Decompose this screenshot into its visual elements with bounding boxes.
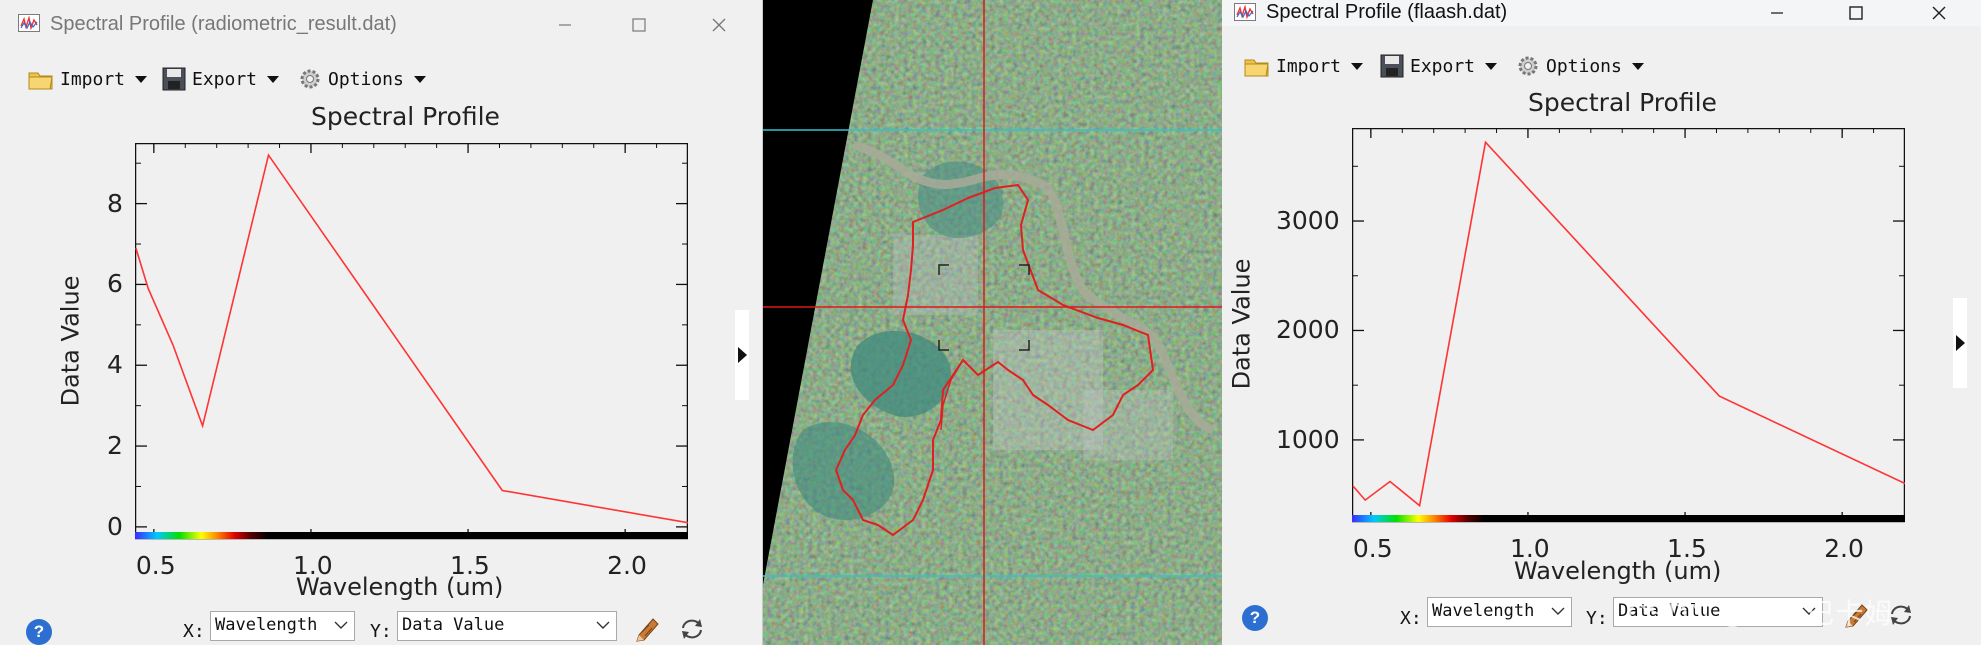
x-tick-label: 2.0 bbox=[1824, 534, 1864, 563]
satellite-image bbox=[763, 0, 1222, 645]
plot-area[interactable] bbox=[135, 143, 688, 549]
import-label: Import bbox=[60, 68, 126, 90]
save-disk-icon bbox=[1380, 54, 1404, 78]
y-tick-label: 2 bbox=[107, 431, 123, 461]
close-button[interactable] bbox=[1922, 0, 1956, 28]
y-tick-label: 2000 bbox=[1276, 315, 1340, 345]
y-tick-label: 3000 bbox=[1276, 206, 1340, 236]
spectral-app-icon bbox=[18, 14, 40, 32]
title-bar[interactable]: Spectral Profile (radiometric_result.dat… bbox=[0, 0, 762, 50]
chevron-down-icon bbox=[1631, 62, 1644, 70]
x-axis-select-value: Wavelength bbox=[215, 615, 318, 635]
chevron-down-icon bbox=[1351, 62, 1364, 70]
expand-panel-arrow[interactable] bbox=[1953, 298, 1967, 388]
chevron-down-icon bbox=[334, 621, 348, 629]
import-button[interactable]: Import bbox=[28, 67, 148, 91]
window-title: Spectral Profile (flaash.dat) bbox=[1266, 1, 1508, 23]
x-axis-title: Wavelength (um) bbox=[1514, 557, 1722, 585]
spectral-profile-window-radiometric: Spectral Profile (radiometric_result.dat… bbox=[0, 0, 763, 645]
save-disk-icon bbox=[162, 67, 186, 91]
maximize-button[interactable] bbox=[1839, 0, 1873, 28]
x-axis-select-label: X: bbox=[1400, 608, 1422, 629]
options-label: Options bbox=[1546, 55, 1622, 77]
minimize-button[interactable] bbox=[548, 10, 582, 40]
x-axis-select[interactable]: Wavelength bbox=[1427, 597, 1572, 627]
y-tick-label: 8 bbox=[107, 188, 123, 218]
x-axis-title: Wavelength (um) bbox=[296, 573, 504, 601]
watermark-text: CSDN @玛卡巴卡姆 bbox=[1627, 598, 1894, 629]
import-button[interactable]: Import bbox=[1244, 54, 1364, 78]
y-axis-title: Data Value bbox=[1226, 258, 1255, 390]
x-tick-label: 2.0 bbox=[607, 551, 647, 580]
x-axis-select[interactable]: Wavelength bbox=[210, 611, 355, 641]
satellite-image-view[interactable] bbox=[763, 0, 1222, 645]
title-bar[interactable]: Spectral Profile (flaash.dat) bbox=[1222, 0, 1981, 26]
options-button[interactable]: Options bbox=[1516, 54, 1644, 78]
chevron-down-icon bbox=[596, 621, 610, 629]
minimize-button[interactable] bbox=[1760, 0, 1794, 28]
window-title: Spectral Profile (radiometric_result.dat… bbox=[50, 13, 397, 35]
chevron-down-icon bbox=[1551, 607, 1565, 615]
spectral-app-icon bbox=[1234, 3, 1256, 21]
chevron-down-icon bbox=[1485, 62, 1498, 70]
options-button[interactable]: Options bbox=[298, 67, 426, 91]
spectral-profile-window-flaash: Spectral Profile (flaash.dat) Import Exp… bbox=[1222, 0, 1981, 645]
chevron-down-icon bbox=[413, 75, 426, 83]
y-tick-label: 0 bbox=[107, 511, 123, 541]
wavelength-color-bar bbox=[1352, 515, 1905, 522]
export-label: Export bbox=[192, 68, 258, 90]
chart-title: Spectral Profile bbox=[1528, 88, 1717, 117]
gear-icon bbox=[300, 69, 320, 89]
folder-icon bbox=[28, 72, 53, 90]
x-tick-label: 0.5 bbox=[135, 551, 176, 580]
chevron-down-icon bbox=[267, 75, 280, 83]
refresh-icon[interactable] bbox=[679, 617, 705, 645]
x-axis-select-value: Wavelength bbox=[1432, 601, 1535, 621]
chevron-down-icon bbox=[135, 75, 148, 83]
expand-panel-arrow[interactable] bbox=[735, 310, 749, 400]
y-axis-select[interactable]: Data Value bbox=[397, 611, 617, 641]
chart-title: Spectral Profile bbox=[311, 102, 500, 131]
maximize-button[interactable] bbox=[622, 10, 656, 40]
help-icon[interactable]: ? bbox=[26, 619, 52, 645]
wavelength-color-bar bbox=[135, 532, 688, 539]
y-tick-label: 1000 bbox=[1276, 424, 1340, 454]
y-tick-label: 4 bbox=[107, 350, 123, 380]
options-label: Options bbox=[328, 68, 404, 90]
plot-area[interactable] bbox=[1352, 128, 1905, 532]
export-label: Export bbox=[1410, 55, 1476, 77]
import-label: Import bbox=[1276, 55, 1342, 77]
export-button[interactable]: Export bbox=[1380, 54, 1498, 78]
y-axis-select-label: Y: bbox=[370, 621, 392, 642]
y-axis-select-label: Y: bbox=[1586, 608, 1608, 629]
x-tick-label: 0.5 bbox=[1352, 534, 1393, 563]
folder-icon bbox=[1244, 59, 1269, 77]
export-button[interactable]: Export bbox=[162, 67, 280, 91]
help-icon[interactable]: ? bbox=[1242, 605, 1268, 631]
arrow-right-icon bbox=[1956, 335, 1965, 351]
close-button[interactable] bbox=[702, 10, 736, 40]
gear-icon bbox=[1518, 56, 1538, 76]
plot-frame bbox=[1352, 128, 1905, 523]
arrow-right-icon bbox=[738, 347, 747, 363]
y-tick-label: 6 bbox=[107, 269, 123, 299]
pencil-icon[interactable] bbox=[633, 615, 661, 645]
x-axis-select-label: X: bbox=[183, 621, 205, 642]
y-axis-title: Data Value bbox=[55, 275, 84, 407]
y-axis-select-value: Data Value bbox=[402, 615, 505, 635]
plot-frame bbox=[135, 143, 688, 540]
